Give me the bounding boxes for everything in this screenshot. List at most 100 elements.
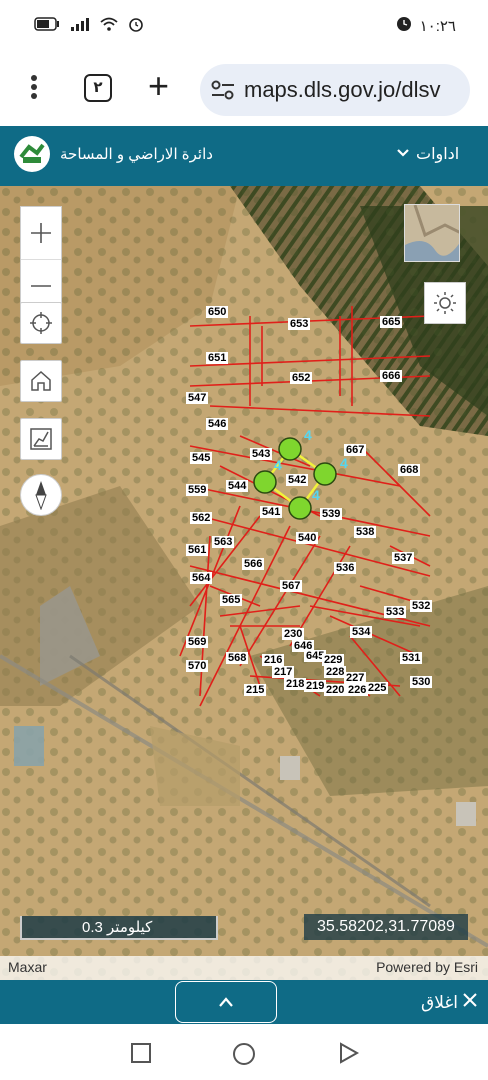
address-bar[interactable]: maps.dls.gov.jo/dlsv — [200, 64, 470, 116]
parcel-label[interactable]: 530 — [410, 676, 433, 688]
scale-bar: 0.3 كيلومتر — [20, 916, 218, 940]
parcel-label[interactable]: 538 — [354, 526, 377, 538]
parcel-label[interactable]: 570 — [186, 660, 209, 672]
zoom-in-button[interactable] — [21, 207, 61, 259]
parcel-label[interactable]: 539 — [320, 508, 343, 520]
home-nav-icon[interactable] — [232, 1042, 256, 1071]
parcel-label[interactable]: 561 — [186, 544, 209, 556]
locate-button[interactable] — [20, 302, 62, 344]
parcel-label[interactable]: 219 — [304, 680, 327, 692]
parcel-label[interactable]: 229 — [322, 654, 345, 666]
parcel-label[interactable]: 215 — [244, 684, 267, 696]
parcel-label[interactable]: 569 — [186, 636, 209, 648]
parcel-label[interactable]: 546 — [206, 418, 229, 430]
map-view[interactable]: 4 4 4 4 650 653 665 651 652 666 547 546 667 545 54… — [0, 186, 488, 980]
plus-icon — [31, 223, 51, 243]
url-text: maps.dls.gov.jo/dlsv — [244, 77, 441, 102]
attribution-esri[interactable]: Powered by Esri — [376, 959, 478, 975]
signal-icon — [70, 17, 90, 35]
site-settings-icon[interactable] — [210, 78, 236, 102]
parcel-label[interactable]: 532 — [410, 600, 433, 612]
chevron-down-icon — [396, 145, 410, 163]
coordinates-readout: 35.58202,31.77089 — [304, 914, 468, 940]
alarm-icon — [128, 16, 144, 36]
close-button[interactable]: اغلاق — [421, 992, 478, 1013]
parcel-label[interactable]: 533 — [384, 606, 407, 618]
parcel-label[interactable]: 568 — [226, 652, 249, 664]
compass-icon — [35, 481, 47, 510]
parcel-label[interactable]: 651 — [206, 352, 229, 364]
parcel-label[interactable]: 542 — [286, 474, 309, 486]
parcel-label[interactable]: 650 — [206, 306, 229, 318]
parcel-label[interactable]: 218 — [284, 678, 307, 690]
svg-text:4: 4 — [274, 457, 282, 473]
basemap-thumbnail-icon — [405, 205, 459, 261]
svg-text:4: 4 — [340, 455, 348, 471]
brand: دائرة الاراضي و المساحة — [14, 136, 213, 172]
home-icon — [31, 370, 51, 391]
parcel-label[interactable]: 230 — [282, 628, 305, 640]
close-icon — [462, 992, 478, 1013]
crosshair-icon — [30, 312, 52, 334]
parcel-label[interactable]: 563 — [212, 536, 235, 548]
close-label: اغلاق — [421, 992, 458, 1012]
parcel-label[interactable]: 667 — [344, 444, 367, 456]
dls-logo-icon — [14, 136, 50, 172]
parcel-label[interactable]: 220 — [324, 684, 347, 696]
measure-button[interactable] — [20, 418, 62, 460]
parcel-label[interactable]: 559 — [186, 484, 209, 496]
minus-icon — [31, 285, 51, 287]
parcel-label[interactable]: 565 — [220, 594, 243, 606]
app-header: اداوات دائرة الاراضي و المساحة — [0, 126, 488, 186]
tools-label: اداوات — [416, 146, 460, 163]
parcel-label[interactable]: 653 — [288, 318, 311, 330]
parcel-label[interactable]: 540 — [296, 532, 319, 544]
system-nav-bar — [0, 1024, 488, 1080]
basemap-toggle[interactable] — [404, 204, 460, 262]
parcel-label[interactable]: 225 — [366, 682, 389, 694]
parcel-label[interactable]: 544 — [226, 480, 249, 492]
parcel-label[interactable]: 537 — [392, 552, 415, 564]
recents-icon[interactable] — [130, 1042, 152, 1069]
parcel-label[interactable]: 216 — [262, 654, 285, 666]
home-button[interactable] — [20, 360, 62, 402]
attribution-source: Maxar — [8, 959, 47, 975]
parcel-label[interactable]: 547 — [186, 392, 209, 404]
parcel-label[interactable]: 668 — [398, 464, 421, 476]
svg-text:4: 4 — [304, 427, 312, 443]
parcel-label[interactable]: 564 — [190, 572, 213, 584]
parcel-label[interactable]: 652 — [290, 372, 313, 384]
status-bar: ١٠:٢٦ — [0, 0, 488, 54]
parcel-label[interactable]: 227 — [344, 672, 367, 684]
parcel-label[interactable]: 217 — [272, 666, 295, 678]
satellite-imagery: 4 4 4 4 — [0, 186, 488, 980]
expand-panel-button[interactable] — [175, 981, 277, 1023]
more-menu-icon[interactable] — [20, 74, 48, 106]
tools-menu[interactable]: اداوات — [396, 144, 459, 164]
parcel-label[interactable]: 562 — [190, 512, 213, 524]
parcel-label[interactable]: 545 — [190, 452, 213, 464]
attribution-bar: Maxar Powered by Esri — [0, 956, 488, 980]
parcel-label[interactable]: 226 — [346, 684, 369, 696]
compass-button[interactable] — [20, 474, 62, 516]
zoom-control — [20, 206, 62, 312]
parcel-label[interactable]: 228 — [324, 666, 347, 678]
scale-label: 0.3 كيلومتر — [82, 919, 153, 936]
parcel-label[interactable]: 536 — [334, 562, 357, 574]
parcel-label[interactable]: 666 — [380, 370, 403, 382]
new-tab-icon[interactable]: + — [148, 68, 169, 104]
parcel-label[interactable]: 566 — [242, 558, 265, 570]
parcel-label[interactable]: 541 — [260, 506, 283, 518]
status-time: ١٠:٢٦ — [419, 18, 456, 35]
back-icon[interactable] — [338, 1042, 360, 1069]
parcel-label[interactable]: 543 — [250, 448, 273, 460]
tab-switcher-button[interactable]: ٢ — [84, 74, 112, 102]
bottom-panel-bar: اغلاق — [0, 980, 488, 1024]
parcel-label[interactable]: 665 — [380, 316, 403, 328]
clock-icon — [396, 16, 412, 36]
parcel-label[interactable]: 534 — [350, 626, 373, 638]
parcel-label[interactable]: 567 — [280, 580, 303, 592]
parcel-label[interactable]: 531 — [400, 652, 423, 664]
theme-button[interactable] — [424, 282, 466, 324]
wifi-icon — [100, 17, 118, 35]
